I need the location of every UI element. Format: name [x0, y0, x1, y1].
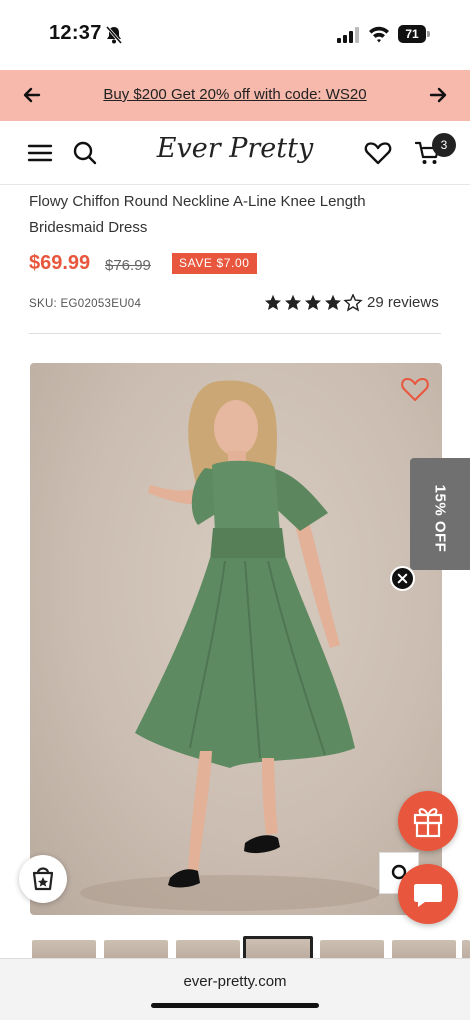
battery-level: 71	[398, 25, 426, 43]
rating-stars-icon[interactable]	[264, 294, 364, 312]
shopping-bag-icon	[32, 867, 54, 891]
reviews-link[interactable]: 29 reviews	[367, 294, 439, 311]
promo-banner: Buy $200 Get 20% off with code: WS20	[0, 70, 470, 121]
status-bar: 12:37 71	[0, 0, 470, 70]
url-text[interactable]: ever-pretty.com	[0, 973, 470, 990]
thumbnail[interactable]	[104, 940, 168, 960]
product-image[interactable]	[30, 363, 442, 915]
gift-icon	[413, 808, 443, 838]
thumbnail[interactable]	[392, 940, 456, 960]
browser-address-bar[interactable]: ever-pretty.com	[0, 958, 470, 1020]
thumbnail[interactable]	[320, 940, 384, 960]
discount-tab-label: 15% OFF	[431, 484, 449, 553]
image-wishlist-heart-icon[interactable]	[400, 375, 430, 403]
home-indicator[interactable]	[151, 1003, 319, 1008]
product-sku: SKU: EG02053EU04	[29, 298, 142, 310]
discount-tab[interactable]: 15% OFF	[410, 458, 470, 570]
thumbnail[interactable]	[176, 940, 240, 960]
site-header: Ever Pretty	[0, 121, 470, 185]
battery-icon: 71	[398, 25, 430, 43]
bell-off-icon	[105, 26, 123, 44]
save-badge: SAVE $7.00	[172, 253, 257, 274]
compare-at-price: $76.99	[105, 257, 151, 274]
dress-illustration	[80, 380, 380, 911]
close-icon[interactable]	[390, 566, 415, 591]
promo-link[interactable]: Buy $200 Get 20% off with code: WS20	[0, 86, 470, 103]
thumbnail-active[interactable]	[243, 936, 313, 960]
menu-icon[interactable]	[27, 140, 53, 166]
wifi-icon	[369, 26, 389, 43]
sale-price: $69.99	[29, 252, 91, 274]
thumbnail-strip	[30, 936, 470, 960]
product-title: Flowy Chiffon Round Neckline A-Line Knee…	[29, 193, 366, 236]
brand-logo[interactable]: Ever Pretty	[150, 133, 320, 164]
status-time: 12:37	[49, 22, 102, 44]
thumbnail[interactable]	[32, 940, 96, 960]
divider	[29, 333, 441, 334]
cart-count-badge[interactable]: 3	[432, 133, 456, 157]
arrow-right-icon[interactable]	[427, 84, 449, 106]
chat-button[interactable]	[398, 864, 458, 924]
chat-icon	[414, 884, 442, 907]
thumbnail[interactable]	[462, 940, 470, 960]
wishlist-heart-icon[interactable]	[364, 140, 392, 166]
search-icon[interactable]	[72, 140, 98, 166]
cellular-signal-icon	[337, 27, 359, 43]
shopping-bag-button[interactable]	[19, 855, 67, 903]
gift-button[interactable]	[398, 791, 458, 851]
